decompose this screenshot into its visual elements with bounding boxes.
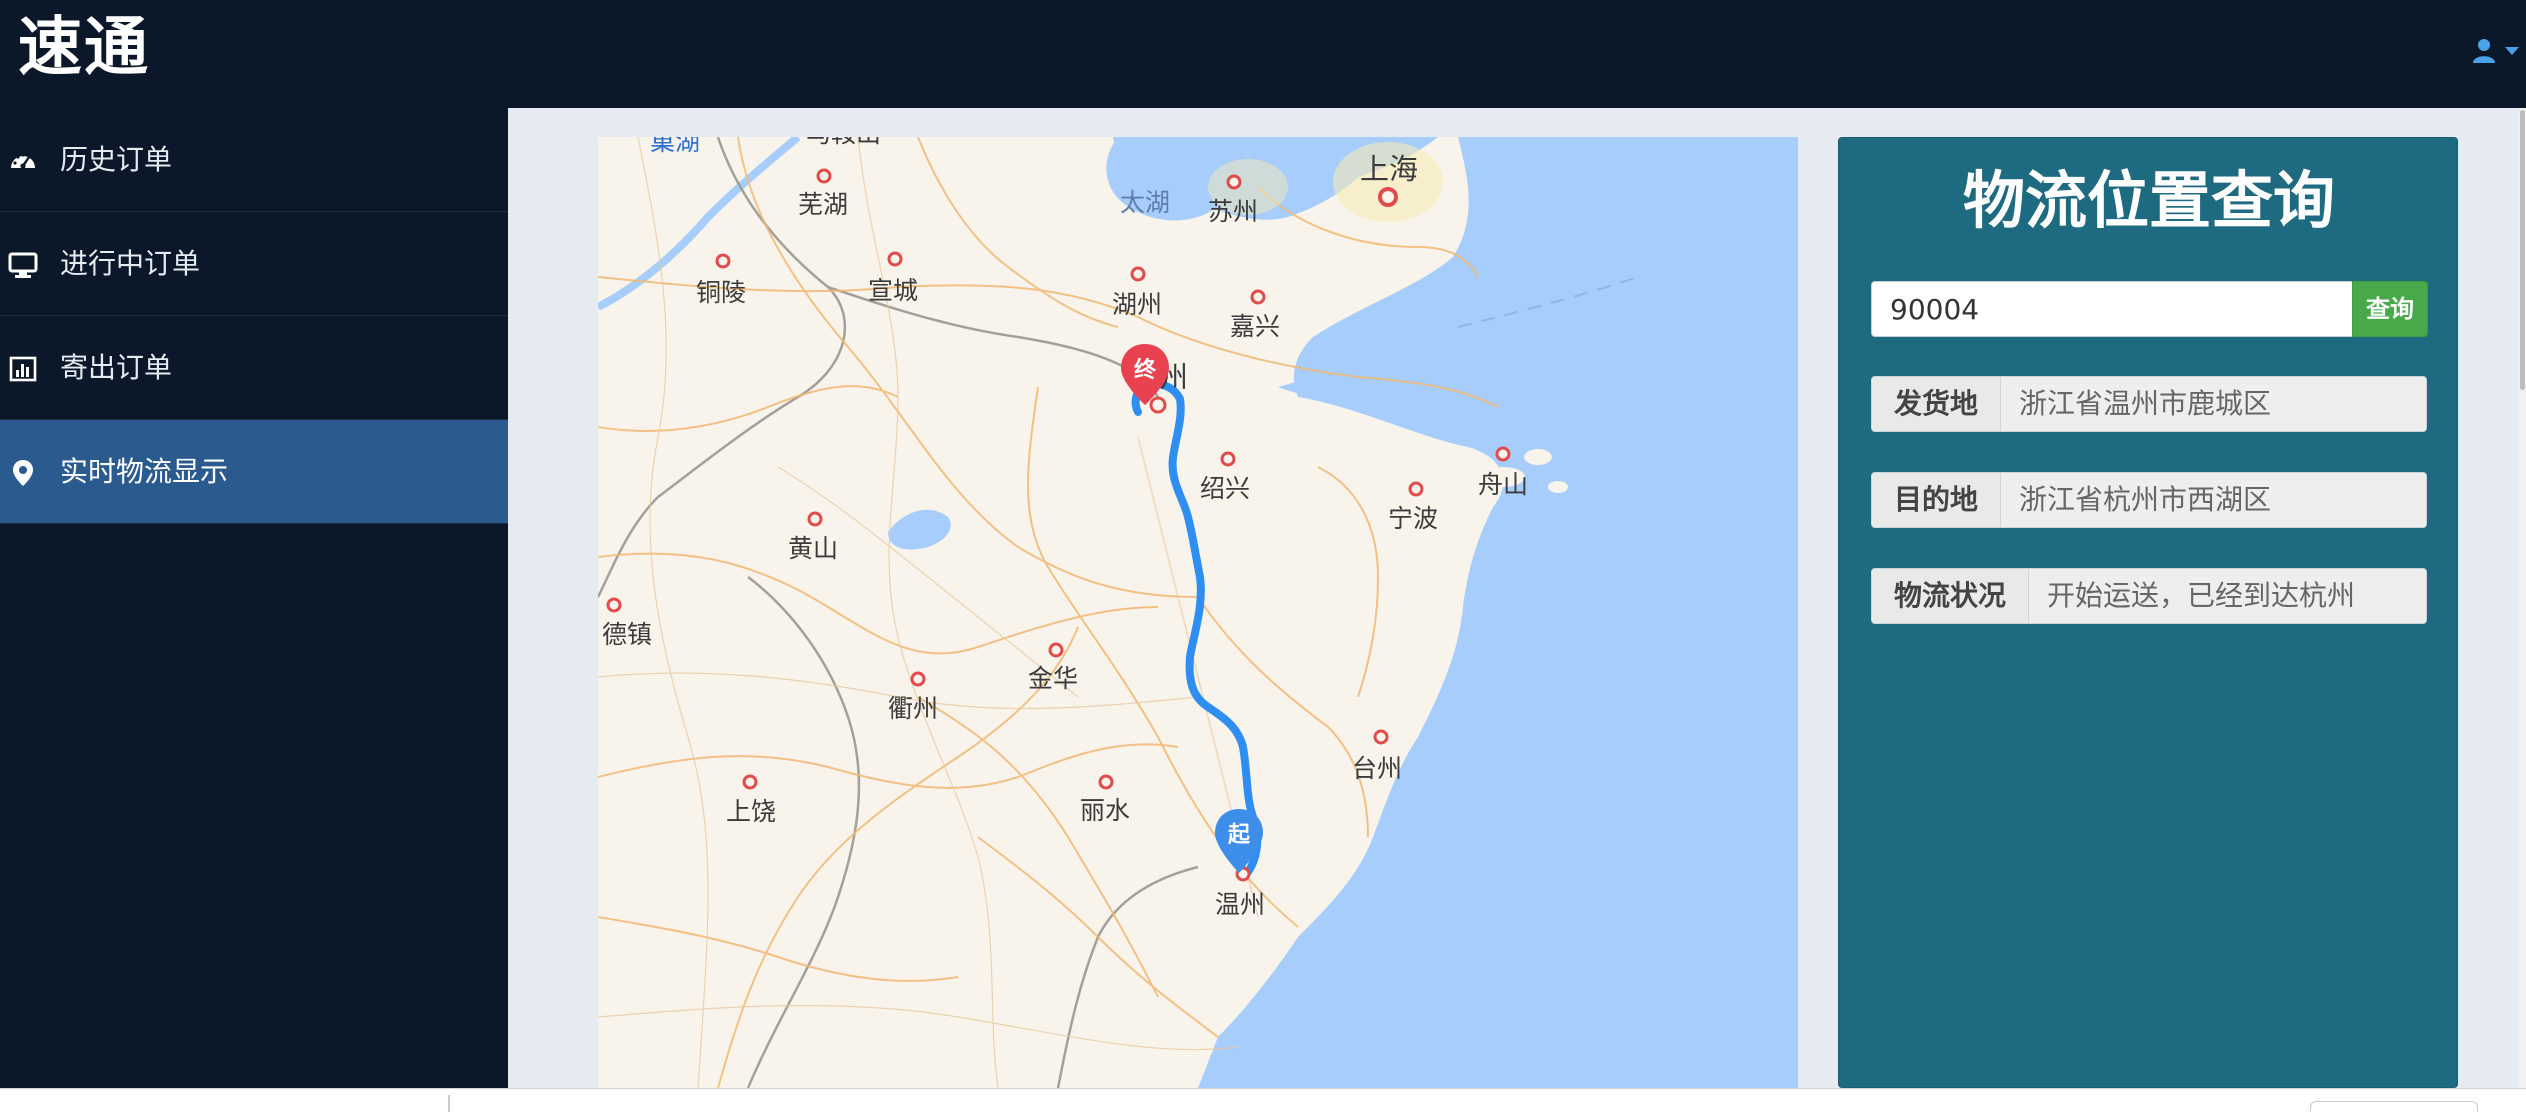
city-label-lishui: 丽水 (1080, 796, 1130, 825)
bottom-strip (0, 1088, 2526, 1112)
status-field: 物流状况 开始运送，已经到达杭州 (1871, 568, 2427, 624)
user-icon (2473, 39, 2495, 63)
city-label-wuhu: 芜湖 (798, 190, 848, 219)
origin-value[interactable]: 浙江省温州市鹿城区 (2001, 377, 2426, 431)
dashboard-icon (11, 153, 35, 169)
sidebar-item-label: 寄出订单 (60, 351, 173, 384)
top-navbar: 速通 (0, 0, 2526, 108)
sidebar-item-active-orders[interactable]: 进行中订单 (0, 212, 508, 316)
scrollbar-thumb[interactable] (2520, 110, 2525, 390)
bottom-widget[interactable] (2310, 1101, 2478, 1112)
start-marker-label: 起 (1227, 823, 1251, 848)
panel-title: 物流位置查询 (1962, 164, 2335, 237)
destination-label: 目的地 (1872, 473, 2002, 527)
bottom-divider (448, 1095, 450, 1112)
user-menu[interactable] (2472, 34, 2520, 68)
city-label-huangshan: 黄山 (788, 534, 838, 563)
end-marker-label: 终 (1134, 357, 1157, 383)
logistics-query-panel: 物流位置查询 查询 发货地 浙江省温州市鹿城区 目的地 浙江省杭州市西湖区 物流… (1838, 137, 2458, 1088)
city-label-dezhen: 德镇 (602, 620, 652, 649)
map-canvas[interactable]: 巢湖 马鞍山 芜湖 铜陵 宣城 太湖 苏州 上海 湖州 嘉兴 杭州 绍兴 宁波 … (598, 137, 1798, 1088)
sidebar-item-label: 历史订单 (60, 143, 173, 176)
city-label-maanshan: 马鞍山 (806, 137, 881, 148)
city-label-shanghai: 上海 (1360, 152, 1418, 186)
logistics-map[interactable]: 巢湖 马鞍山 芜湖 铜陵 宣城 太湖 苏州 上海 湖州 嘉兴 杭州 绍兴 宁波 … (598, 137, 1798, 1088)
sidebar-item-sent-orders[interactable]: 寄出订单 (0, 316, 508, 420)
sidebar-item-label: 实时物流显示 (60, 455, 229, 488)
city-label-quzhou: 衢州 (888, 694, 938, 723)
city-label-suzhou: 苏州 (1208, 197, 1258, 226)
origin-field: 发货地 浙江省温州市鹿城区 (1871, 376, 2427, 432)
city-label-wenzhou: 温州 (1215, 890, 1265, 919)
city-label-taihu: 太湖 (1120, 188, 1170, 217)
city-label-tongling: 铜陵 (696, 278, 746, 307)
sidebar-item-history-orders[interactable]: 历史订单 (0, 108, 508, 212)
bar-chart-icon (9, 356, 37, 382)
city-label-taizhou: 台州 (1352, 754, 1402, 783)
status-value[interactable]: 开始运送，已经到达杭州 (2029, 569, 2426, 623)
brand-logo[interactable]: 速通 (18, 6, 150, 90)
city-label-huzhou: 湖州 (1112, 290, 1162, 319)
city-label-xuancheng: 宣城 (868, 276, 918, 305)
order-number-input[interactable] (1871, 281, 2353, 337)
destination-value[interactable]: 浙江省杭州市西湖区 (2001, 473, 2426, 527)
page-scrollbar[interactable] (2519, 108, 2526, 1088)
city-label-chaohu: 巢湖 (650, 137, 700, 156)
sidebar-item-label: 进行中订单 (60, 247, 201, 280)
query-button[interactable]: 查询 (2352, 281, 2428, 337)
city-label-ningbo: 宁波 (1388, 504, 1438, 533)
origin-label: 发货地 (1872, 377, 2002, 431)
sidebar: 历史订单 进行中订单 寄出订单 实时物流显示 (0, 108, 508, 1088)
city-label-jinhua: 金华 (1028, 664, 1078, 693)
sidebar-item-realtime-logistics[interactable]: 实时物流显示 (0, 420, 508, 524)
monitor-icon (8, 252, 38, 278)
city-label-shangrao: 上饶 (726, 797, 776, 826)
city-label-shaoxing: 绍兴 (1200, 474, 1250, 503)
caret-down-icon (2505, 47, 2519, 55)
destination-field: 目的地 浙江省杭州市西湖区 (1871, 472, 2427, 528)
map-marker-icon (13, 460, 33, 486)
city-label-jiaxing: 嘉兴 (1230, 312, 1280, 341)
city-label-zhoushan: 舟山 (1478, 470, 1528, 499)
status-label: 物流状况 (1872, 569, 2030, 623)
